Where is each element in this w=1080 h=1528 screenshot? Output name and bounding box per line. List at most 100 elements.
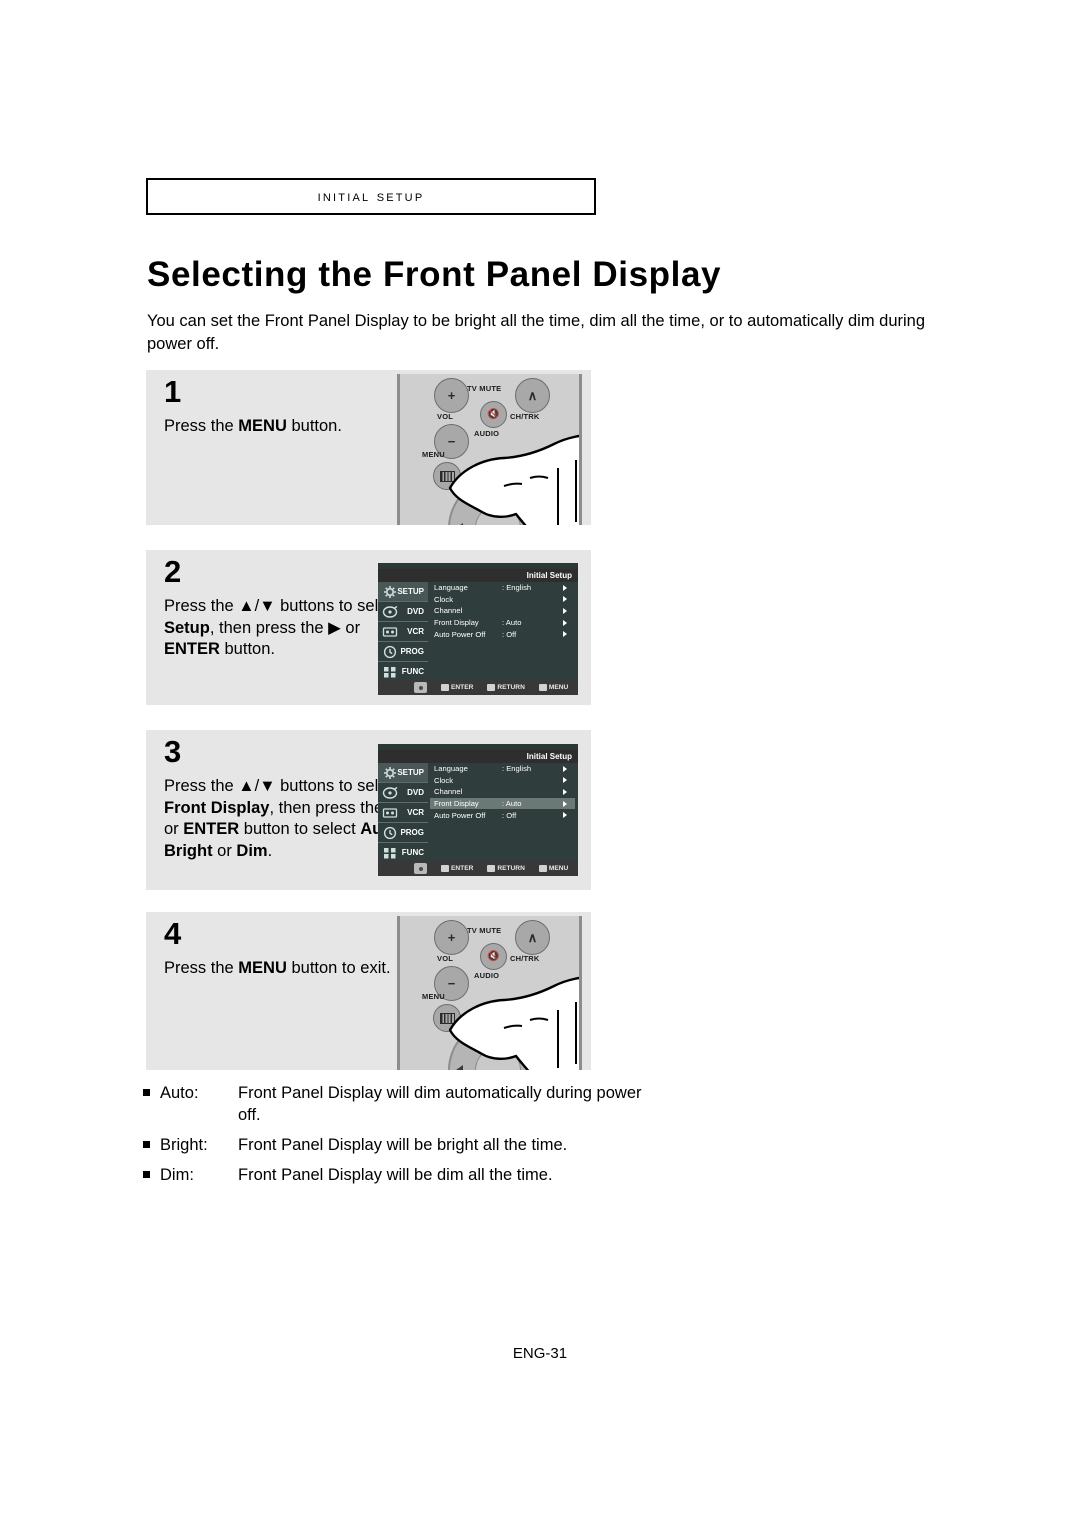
- osd-menu-row[interactable]: Clock: [430, 775, 575, 787]
- osd-sidebar-item-label: PROG: [400, 828, 424, 837]
- chevron-right-icon: [563, 800, 567, 807]
- osd-sidebar-item-label: DVD: [407, 788, 424, 797]
- bullet-square-icon: [143, 1141, 150, 1148]
- osd-bottom-label: ENTER: [451, 684, 474, 691]
- volume-up-button[interactable]: +: [434, 378, 469, 413]
- osd-menu-row[interactable]: Auto Power Off: Off: [430, 809, 575, 821]
- osd-sidebar-item-label: FUNC: [401, 667, 424, 676]
- chevron-right-icon: [563, 812, 567, 819]
- osd-bottom-menu[interactable]: MENU: [538, 865, 568, 872]
- osd-menu-row[interactable]: Front Display: Auto: [430, 797, 575, 810]
- menu-icon: [538, 684, 547, 691]
- channel-up-button[interactable]: ∧: [515, 378, 550, 413]
- osd-bottom-enter[interactable]: ENTER: [441, 865, 473, 872]
- bullet-description: Front Panel Display will be bright all t…: [238, 1136, 568, 1154]
- page-title: Selecting the Front Panel Display: [147, 255, 722, 294]
- osd-menu-row[interactable]: Language: English: [430, 582, 575, 594]
- osd-bottom-menu[interactable]: MENU: [538, 684, 569, 691]
- bullet-description: Front Panel Display will be dim all the …: [238, 1166, 553, 1184]
- osd-sidebar-item-prog[interactable]: PROG: [378, 642, 428, 662]
- osd-bottom-bar: ENTER RETURN MENU: [378, 861, 578, 876]
- blocks-icon: [382, 846, 398, 860]
- osd-sidebar-item-vcr[interactable]: VCR: [378, 803, 428, 823]
- osd-item-list: Language: English Clock Channel Front Displ…: [430, 582, 575, 640]
- volume-up-button[interactable]: +: [434, 920, 469, 955]
- step-4-text: Press the MENU button to exit.: [164, 959, 391, 977]
- chevron-right-icon: [563, 596, 567, 603]
- remote-control-image: + − 🔇 ∧ VOL TV MUTE CH/TRK AUDIO MENU: [397, 916, 582, 1070]
- osd-row-name: Front Display: [434, 799, 479, 809]
- osd-bottom-return[interactable]: RETURN: [487, 865, 525, 872]
- pointing-hand-illustration: [448, 434, 579, 525]
- osd-sidebar-item-func[interactable]: FUNC: [378, 843, 428, 863]
- osd-row-value: : Off: [502, 629, 517, 639]
- tv-mute-label: TV MUTE: [467, 926, 502, 935]
- osd-menu-row[interactable]: Clock: [430, 594, 575, 606]
- osd-sidebar-item-label: SETUP: [397, 587, 424, 596]
- osd-row-value: : Off: [502, 810, 517, 820]
- bullet-term: Bright:: [160, 1136, 208, 1154]
- step-1-text: Press the MENU button.: [164, 417, 342, 435]
- chevron-right-icon: [563, 631, 567, 638]
- bullet-square-icon: [143, 1171, 150, 1178]
- step-2-number: 2: [164, 554, 182, 589]
- step-3-number: 3: [164, 734, 182, 769]
- osd-row-name: Auto Power Off: [434, 629, 486, 639]
- bullet-description: Front Panel Display will dim automatical…: [238, 1084, 642, 1124]
- osd-sidebar-item-prog[interactable]: PROG: [378, 823, 428, 843]
- pointing-hand-illustration: [448, 976, 579, 1070]
- osd-bottom-bar: ENTER RETURN MENU: [378, 680, 578, 695]
- osd-menu-row[interactable]: Channel: [430, 786, 575, 798]
- osd-bottom-return[interactable]: RETURN: [487, 684, 525, 691]
- step-1: 1 Press the MENU button. + − 🔇 ∧ VOL TV …: [146, 370, 591, 525]
- tv-mute-label: TV MUTE: [467, 384, 502, 393]
- clock-icon: [382, 826, 398, 840]
- chevron-right-icon: [563, 777, 567, 784]
- intro-paragraph: You can set the Front Panel Display to b…: [147, 312, 926, 353]
- osd-sidebar-item-label: SETUP: [397, 768, 424, 777]
- osd-row-value: : Auto: [502, 618, 522, 628]
- osd-sidebar-item-label: VCR: [407, 627, 424, 636]
- osd-row-name: Channel: [434, 606, 463, 616]
- osd-sidebar-item-func[interactable]: FUNC: [378, 662, 428, 682]
- list-item: Auto: Front Panel Display will dim autom…: [143, 1082, 643, 1126]
- disc-icon: [382, 605, 398, 619]
- chevron-right-icon: [563, 788, 567, 795]
- clock-icon: [382, 645, 398, 659]
- chevron-right-icon: [563, 584, 567, 591]
- osd-menu-step-2: Initial Setup SETUP DVD VCR PROG FUNC Langua…: [378, 563, 578, 695]
- cassette-icon: [382, 625, 398, 639]
- osd-item-list: Language: English Clock Channel Front Displ…: [430, 763, 575, 821]
- osd-bottom-label: MENU: [548, 684, 569, 691]
- step-3-text: Press the ▲/▼ buttons to select Front Di…: [164, 777, 402, 860]
- chevron-right-icon: [563, 607, 567, 614]
- bullet-term: Dim:: [160, 1166, 194, 1184]
- remote-control-image: + − 🔇 ∧ VOL TV MUTE CH/TRK AUDIO MENU: [397, 374, 582, 525]
- chapter-header-bar: Initial Setup: [146, 178, 596, 215]
- osd-menu-row[interactable]: Language: English: [430, 763, 575, 775]
- mute-button[interactable]: 🔇: [480, 401, 507, 428]
- osd-bottom-label: RETURN: [497, 684, 525, 691]
- osd-sidebar-item-setup[interactable]: SETUP: [378, 763, 428, 783]
- return-icon: [487, 865, 496, 872]
- osd-sidebar: SETUP DVD VCR PROG FUNC: [378, 763, 428, 863]
- osd-menu-row[interactable]: Auto Power Off : Off: [430, 628, 575, 640]
- osd-menu-row[interactable]: Channel: [430, 605, 575, 617]
- return-icon: [487, 684, 496, 691]
- bullet-term: Auto:: [160, 1084, 199, 1102]
- list-item: Bright: Front Panel Display will be brig…: [143, 1134, 643, 1156]
- disc-icon: [382, 786, 398, 800]
- channel-up-button[interactable]: ∧: [515, 920, 550, 955]
- osd-bottom-label: RETURN: [497, 865, 525, 872]
- osd-sidebar-item-dvd[interactable]: DVD: [378, 602, 428, 622]
- osd-sidebar-item-dvd[interactable]: DVD: [378, 783, 428, 803]
- menu-icon: [538, 865, 547, 872]
- osd-sidebar-item-label: PROG: [400, 647, 424, 656]
- osd-row-name: Front Display: [434, 618, 479, 628]
- mute-button[interactable]: 🔇: [480, 943, 507, 970]
- osd-bottom-label: ENTER: [451, 865, 474, 872]
- osd-bottom-enter[interactable]: ENTER: [441, 684, 473, 691]
- osd-sidebar-item-vcr[interactable]: VCR: [378, 622, 428, 642]
- osd-menu-row[interactable]: Front Display : Auto: [430, 617, 575, 629]
- osd-sidebar-item-setup[interactable]: SETUP: [378, 582, 428, 602]
